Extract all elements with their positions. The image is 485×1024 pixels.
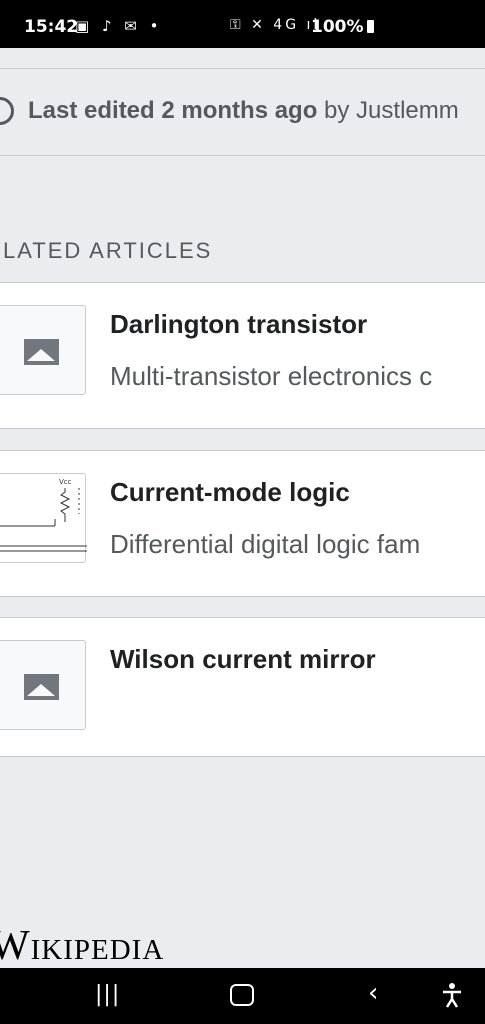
recents-button[interactable]: ||| [95,982,120,1007]
circuit-diagram-icon: Vcc [0,478,87,552]
article-title: Darlington transistor [110,309,368,339]
status-bar: 15:42 ▣ ♪ ✉ • ⚿ ✕ 4G ıl 100% [0,0,485,48]
related-article-card[interactable]: Darlington transistor Multi-transistor e… [0,282,485,429]
accessibility-figure-icon [443,983,461,1008]
article-description: Differential digital logic fam [110,529,421,559]
system-status-icons: ⚿ ✕ 4G ıl [230,17,321,33]
related-article-card[interactable]: Wilson current mirror [0,617,485,757]
article-title: Wilson current mirror [110,644,376,674]
battery-icon [366,20,374,33]
battery-level: 100% [311,17,374,37]
image-placeholder-icon [24,674,59,700]
article-description: Multi-transistor electronics c [110,361,433,391]
article-thumbnail [0,640,86,730]
svg-text:Vcc: Vcc [59,478,72,486]
accessibility-icon[interactable] [441,982,463,1014]
article-thumbnail [0,305,86,395]
notification-icons: ▣ ♪ ✉ • [75,17,163,35]
related-article-card[interactable]: Vcc Current-mode logic Differential digi… [0,450,485,597]
wikipedia-wordmark[interactable]: Wikipedia [0,922,164,970]
image-placeholder-icon [24,339,59,365]
related-articles-heading: LATED ARTICLES [3,238,213,263]
back-button[interactable]: ‹ [368,978,378,1008]
status-time: 15:42 [24,17,79,37]
last-edited-text: Last edited 2 months ago by Justlemm [28,97,459,124]
last-edited-bar[interactable]: Last edited 2 months ago by Justlemm [0,68,485,156]
article-title: Current-mode logic [110,477,350,507]
home-button[interactable] [230,984,254,1006]
clock-icon [0,97,14,125]
system-nav-bar: ||| ‹ [0,968,485,1024]
article-thumbnail: Vcc [0,473,87,563]
